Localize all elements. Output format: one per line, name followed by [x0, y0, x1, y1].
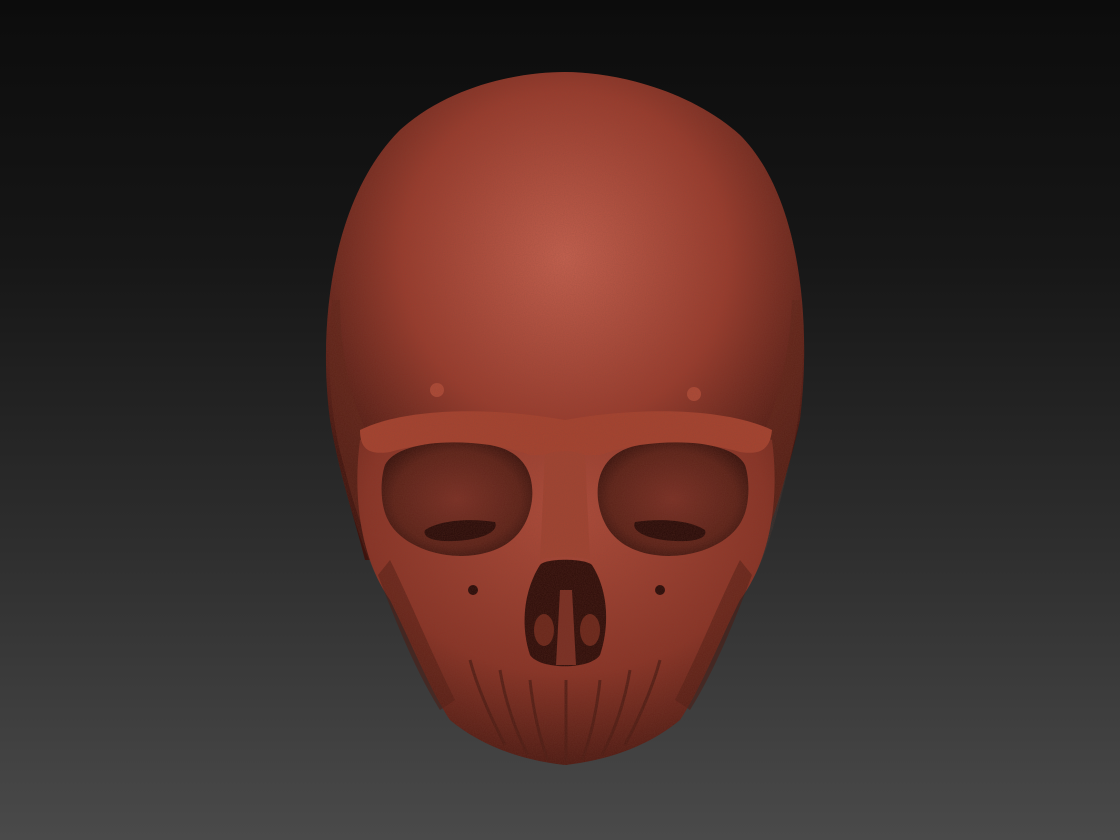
skull-icon [325, 72, 805, 765]
viewport-canvas [0, 0, 1120, 840]
surface-texture [325, 72, 805, 765]
